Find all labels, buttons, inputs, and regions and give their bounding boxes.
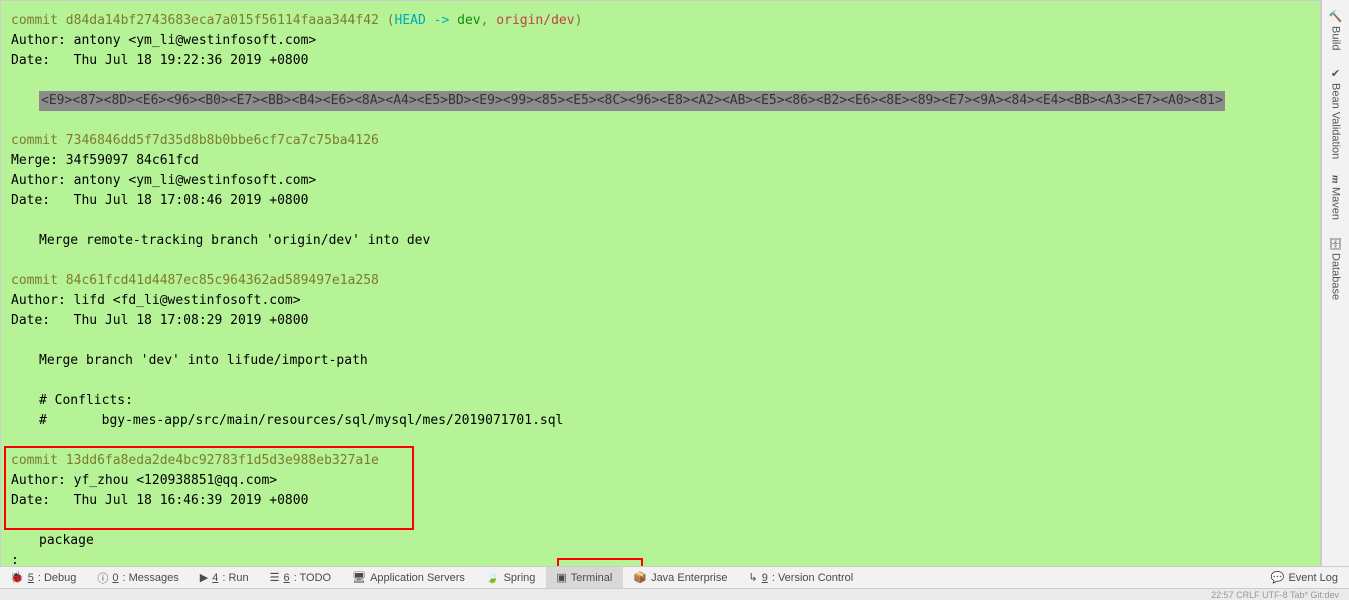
tab-spring[interactable]: 🍃Spring <box>476 567 547 588</box>
selected-text-line: <E9><87><8D><E6><96><B0><E7><BB><B4><E6>… <box>11 91 1310 111</box>
git-log-line: commit 13dd6fa8eda2de4bc92783f1d5d3e988e… <box>11 451 1310 471</box>
right-tool-strip: 🔨Build ✔Bean Validation mMaven 🗄Database <box>1321 0 1349 570</box>
git-author-line: Author: yf_zhou <120938851@qq.com> <box>11 471 1310 491</box>
git-date-line: Date: Thu Jul 18 17:08:29 2019 +0800 <box>11 311 1310 331</box>
git-body-line: # bgy-mes-app/src/main/resources/sql/mys… <box>39 411 1310 431</box>
vcs-icon: ↳ <box>749 571 758 584</box>
todo-icon: ☰ <box>270 571 280 584</box>
maven-icon: m <box>1330 175 1342 184</box>
git-author-line: Author: antony <ym_li@westinfosoft.com> <box>11 31 1310 51</box>
git-date-line: Date: Thu Jul 18 19:22:36 2019 +0800 <box>11 51 1310 71</box>
terminal-icon: ▣ <box>556 571 566 584</box>
git-body-line: Merge remote-tracking branch 'origin/dev… <box>39 231 1310 251</box>
tab-event-log[interactable]: 💬Event Log <box>1261 567 1349 588</box>
database-icon: 🗄 <box>1329 236 1342 250</box>
tab-todo[interactable]: ☰6: TODO <box>260 567 343 588</box>
tab-run[interactable]: ▶4: Run <box>190 567 260 588</box>
git-author-line: Author: antony <ym_li@westinfosoft.com> <box>11 171 1310 191</box>
sidebar-tab-bean-validation[interactable]: ✔Bean Validation <box>1329 59 1342 167</box>
status-bar: 22:57 CRLF UTF-8 Tab* Git:dev <box>0 588 1349 600</box>
git-merge-line: Merge: 34f59097 84c61fcd <box>11 151 1310 171</box>
git-date-line: Date: Thu Jul 18 17:08:46 2019 +0800 <box>11 191 1310 211</box>
event-log-icon: 💬 <box>1271 571 1285 584</box>
tab-version-control[interactable]: ↳9: Version Control <box>739 567 865 588</box>
sidebar-tab-maven[interactable]: mMaven <box>1330 167 1342 228</box>
git-author-line: Author: lifd <fd_li@westinfosoft.com> <box>11 291 1310 311</box>
tab-debug[interactable]: 🐞5: Debug <box>0 567 87 588</box>
git-date-line: Date: Thu Jul 18 16:46:39 2019 +0800 <box>11 491 1310 511</box>
play-icon: ▶ <box>200 571 208 584</box>
git-body-line: package <box>39 531 1310 551</box>
git-log-line: commit 7346846dd5f7d35d8b8b0bbe6cf7ca7c7… <box>11 131 1310 151</box>
bug-icon: 🐞 <box>10 571 24 584</box>
bottom-tool-bar: 🐞5: Debug ⓘ0: Messages ▶4: Run ☰6: TODO … <box>0 566 1349 588</box>
git-body-line: # Conflicts: <box>39 391 1310 411</box>
git-log-line: commit 84c61fcd41d4487ec85c964362ad58949… <box>11 271 1310 291</box>
tab-terminal[interactable]: ▣Terminal <box>546 567 623 588</box>
git-body-line: Merge branch 'dev' into lifude/import-pa… <box>39 351 1310 371</box>
hammer-icon: 🔨 <box>1329 10 1342 23</box>
spring-icon: 🍃 <box>486 571 500 584</box>
terminal-output[interactable]: commit d84da14bf2743683eca7a015f56114faa… <box>0 0 1321 570</box>
tab-java-enterprise[interactable]: 📦Java Enterprise <box>623 567 738 588</box>
sidebar-tab-database[interactable]: 🗄Database <box>1329 228 1342 308</box>
server-icon: 🖥 <box>352 571 366 584</box>
info-icon: ⓘ <box>97 570 108 586</box>
sidebar-tab-build[interactable]: 🔨Build <box>1329 2 1342 59</box>
tab-application-servers[interactable]: 🖥Application Servers <box>342 567 476 588</box>
status-text: 22:57 CRLF UTF-8 Tab* Git:dev <box>1211 590 1339 600</box>
bean-icon: ✔ <box>1329 67 1342 80</box>
tab-messages[interactable]: ⓘ0: Messages <box>87 567 189 588</box>
git-log-line: commit d84da14bf2743683eca7a015f56114faa… <box>11 11 1310 31</box>
java-icon: 📦 <box>633 571 647 584</box>
